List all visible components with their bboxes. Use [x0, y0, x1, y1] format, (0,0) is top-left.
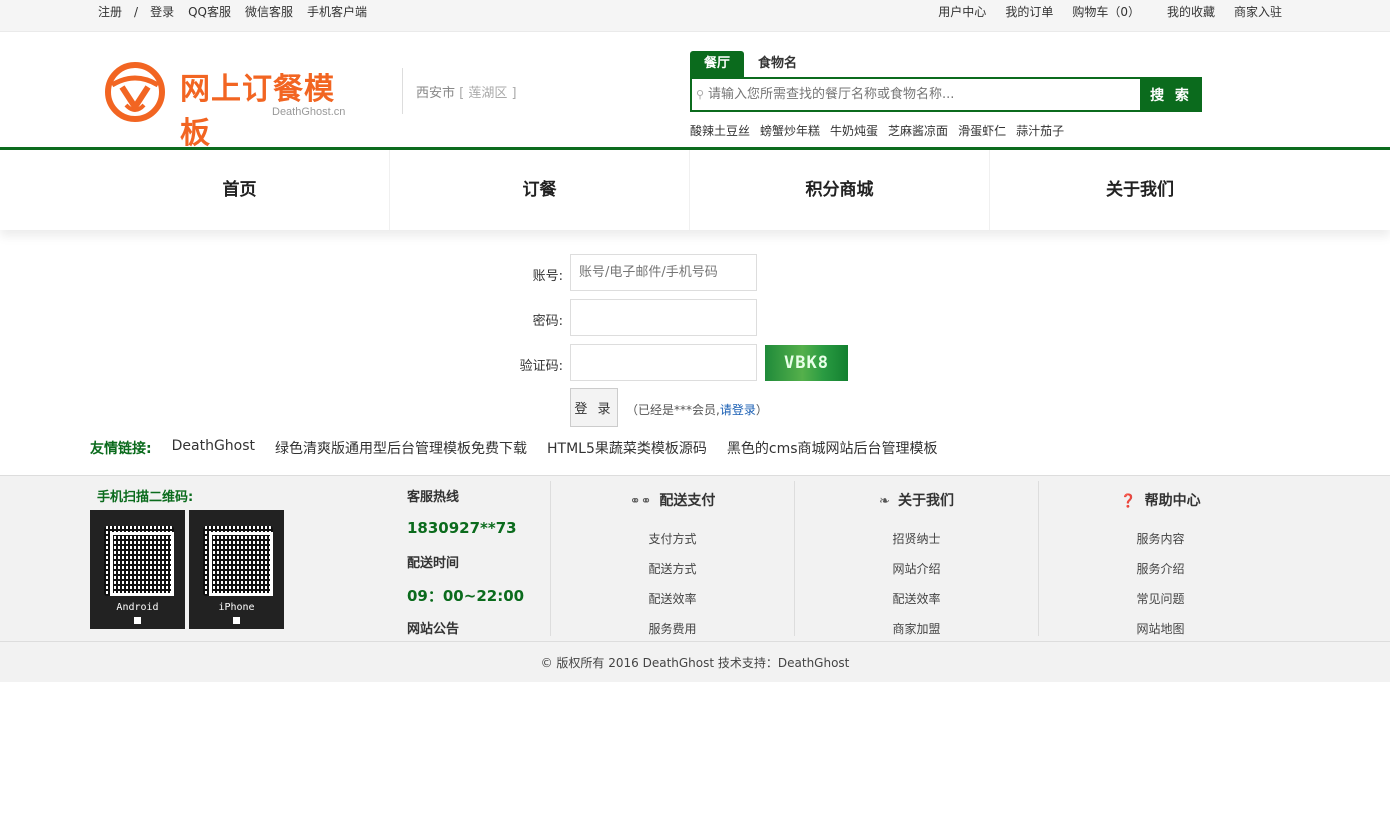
hotline-title: 客服热线: [407, 490, 460, 505]
question-icon: ❓: [1120, 494, 1137, 509]
hot-keyword[interactable]: 滑蛋虾仁: [958, 122, 1006, 139]
captcha-label: 验证码:: [519, 359, 563, 374]
city-name: 西安市: [416, 86, 456, 101]
city-selector[interactable]: 西安市 [ 莲湖区 ]: [416, 82, 517, 101]
footer-link[interactable]: 配送方式: [551, 559, 794, 589]
search-box: ⚲ 搜 索: [690, 77, 1202, 112]
hotline-number: 1830927**73: [407, 519, 517, 537]
login-tip-suffix: ）: [755, 403, 768, 417]
friend-links: 友情链接: DeathGhost 绿色清爽版通用型后台管理模板免费下载 HTML…: [90, 438, 958, 458]
captcha-input[interactable]: [570, 344, 757, 381]
logo-subtitle: DeathGhost.cn: [272, 106, 346, 118]
footer-link[interactable]: 网站介绍: [795, 559, 1038, 589]
login-button[interactable]: 登 录: [570, 388, 618, 427]
footer-link[interactable]: 配送效率: [551, 589, 794, 619]
login-tip-link[interactable]: 请登录: [720, 403, 756, 417]
logo-icon: [105, 62, 165, 122]
search-icon: ⚲: [695, 88, 705, 101]
user-center-link[interactable]: 用户中心: [938, 0, 986, 24]
nav-about[interactable]: 关于我们: [990, 150, 1290, 230]
search-tabs: 餐厅 食物名: [690, 51, 811, 77]
mobile-client-link[interactable]: 手机客户端: [307, 0, 367, 24]
login-link[interactable]: 登录: [150, 0, 174, 24]
top-bar-separator: /: [134, 5, 139, 19]
tab-food-name[interactable]: 食物名: [744, 51, 811, 77]
top-bar: 注册 / 登录 QQ客服 微信客服 手机客户端 用户中心 我的订单 购物车（0）…: [0, 0, 1390, 32]
friend-link[interactable]: DeathGhost: [172, 438, 255, 458]
qr-caption: iPhone: [218, 602, 255, 613]
main-nav: 首页 订餐 积分商城 关于我们: [0, 147, 1390, 230]
copyright: © 版权所有 2016 DeathGhost 技术支持：DeathGhost: [0, 641, 1390, 683]
footer-link[interactable]: 常见问题: [1039, 589, 1282, 619]
footer-link[interactable]: 服务内容: [1039, 529, 1282, 559]
service-info: 客服热线 1830927**73 配送时间 09：00~22:00 网站公告: [407, 486, 524, 651]
delivery-time: 09：00~22:00: [407, 587, 525, 605]
footer-column-about: ❧ 关于我们 招贤纳士 网站介绍 配送效率 商家加盟: [794, 481, 1038, 636]
footer-link[interactable]: 配送效率: [795, 589, 1038, 619]
wechat-service-link[interactable]: 微信客服: [245, 0, 293, 24]
footer-column-title: 帮助中心: [1144, 493, 1201, 509]
qr-dot: [134, 617, 141, 624]
top-bar-right: 用户中心 我的订单 购物车（0） 我的收藏 商家入驻: [919, 0, 1282, 24]
header: 网上订餐模板 DeathGhost.cn 西安市 [ 莲湖区 ] 餐厅 食物名 …: [0, 32, 1390, 151]
qq-service-link[interactable]: QQ客服: [188, 0, 231, 24]
qr-code-image: [203, 526, 273, 596]
header-divider: [402, 68, 403, 114]
hot-keyword[interactable]: 牛奶炖蛋: [830, 122, 878, 139]
delivery-time-title: 配送时间: [407, 556, 460, 571]
tab-restaurant[interactable]: 餐厅: [690, 51, 745, 77]
footer-link[interactable]: 招贤纳士: [795, 529, 1038, 559]
merchant-join-link[interactable]: 商家入驻: [1234, 0, 1282, 24]
footer-column-title: 关于我们: [897, 493, 954, 509]
qr-title: 手机扫描二维码:: [97, 490, 194, 505]
hot-keywords: 酸辣土豆丝 螃蟹炒年糕 牛奶炖蛋 芝麻酱凉面 滑蛋虾仁 蒜汁茄子: [690, 122, 1074, 139]
nav-home[interactable]: 首页: [90, 150, 390, 230]
my-orders-link[interactable]: 我的订单: [1005, 0, 1053, 24]
nav-order[interactable]: 订餐: [390, 150, 690, 230]
footer-column-title: 配送支付: [659, 493, 716, 509]
captcha-image[interactable]: VBK8: [765, 345, 848, 381]
footer-column-delivery: ⚭⚭ 配送支付 支付方式 配送方式 配送效率 服务费用: [550, 481, 794, 636]
footer-link[interactable]: 支付方式: [551, 529, 794, 559]
footer-link[interactable]: 服务介绍: [1039, 559, 1282, 589]
qr-caption: Android: [116, 602, 159, 613]
site-logo[interactable]: 网上订餐模板 DeathGhost.cn: [104, 59, 364, 151]
account-input[interactable]: [570, 254, 757, 291]
password-label: 密码:: [532, 314, 563, 329]
password-input[interactable]: [570, 299, 757, 336]
friend-link[interactable]: 绿色清爽版通用型后台管理模板免费下载: [275, 438, 527, 458]
hot-keyword[interactable]: 酸辣土豆丝: [690, 122, 750, 139]
account-label: 账号:: [532, 269, 563, 284]
friend-link[interactable]: 黑色的cms商城网站后台管理模板: [727, 438, 938, 458]
search-input[interactable]: [704, 79, 1140, 110]
qr-code-image: [104, 526, 174, 596]
hot-keyword[interactable]: 蒜汁茄子: [1016, 122, 1064, 139]
login-tip-prefix: （已经是***会员,: [626, 403, 720, 417]
qr-iphone: iPhone: [189, 510, 284, 629]
footer: 手机扫描二维码: Android iPhone 客服热线 1830927**73…: [0, 475, 1390, 682]
friend-links-title: 友情链接:: [90, 441, 152, 457]
leaf-icon: ❧: [879, 494, 890, 509]
hot-keyword[interactable]: 芝麻酱凉面: [888, 122, 948, 139]
search-button[interactable]: 搜 索: [1140, 78, 1202, 111]
login-tip: （已经是***会员,请登录）: [626, 401, 768, 418]
nav-points-mall[interactable]: 积分商城: [690, 150, 990, 230]
cart-link[interactable]: 购物车（0）: [1072, 0, 1140, 24]
top-bar-left: 注册 / 登录 QQ客服 微信客服 手机客户端: [98, 0, 381, 24]
login-form: 账号: 密码: 验证码: VBK8 登 录 （已经是***会员,请登录） 友情链…: [0, 230, 1390, 475]
qr-dot: [233, 617, 240, 624]
hot-keyword[interactable]: 螃蟹炒年糕: [760, 122, 820, 139]
qr-android: Android: [90, 510, 185, 629]
register-link[interactable]: 注册: [98, 0, 122, 24]
district-name[interactable]: [ 莲湖区 ]: [459, 86, 516, 101]
favorites-link[interactable]: 我的收藏: [1167, 0, 1215, 24]
bicycle-icon: ⚭⚭: [629, 494, 652, 509]
footer-column-help: ❓ 帮助中心 服务内容 服务介绍 常见问题 网站地图: [1038, 481, 1282, 636]
friend-link[interactable]: HTML5果蔬菜类模板源码: [547, 438, 707, 458]
